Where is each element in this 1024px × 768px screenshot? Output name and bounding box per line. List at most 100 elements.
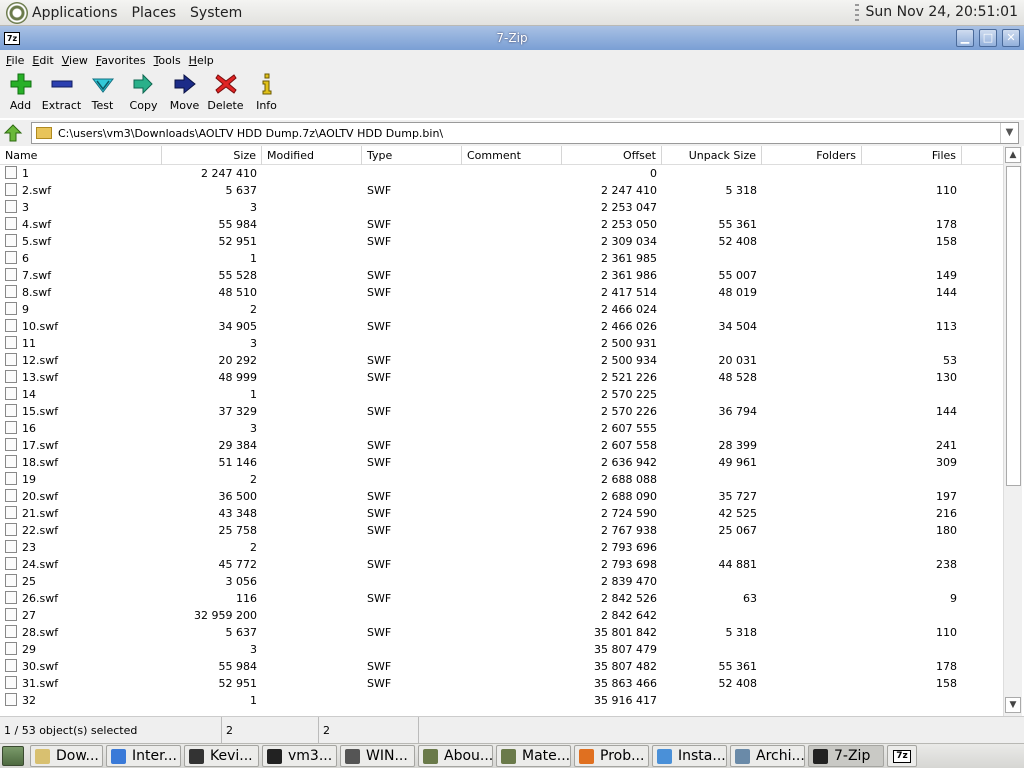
taskbar-button[interactable]: Inter...: [106, 745, 181, 767]
table-row[interactable]: 1 2 247 410 0: [0, 165, 1003, 182]
close-button[interactable]: ✕: [1002, 29, 1020, 47]
table-row[interactable]: 29 3 35 807 479: [0, 641, 1003, 658]
taskbar-button[interactable]: Archi...: [730, 745, 805, 767]
menu-edit[interactable]: Edit: [32, 54, 53, 67]
info-button[interactable]: Info: [246, 70, 287, 116]
table-row[interactable]: 32 1 35 916 417: [0, 692, 1003, 709]
file-offset: 2 607 558: [601, 439, 657, 452]
table-row[interactable]: 14 1 2 570 225: [0, 386, 1003, 403]
places-menu[interactable]: Places: [132, 5, 177, 21]
taskbar-button[interactable]: Abou...: [418, 745, 493, 767]
column-unpack-size[interactable]: Unpack Size: [662, 146, 762, 165]
scroll-up-icon[interactable]: ▲: [1005, 147, 1021, 163]
maximize-button[interactable]: □: [979, 29, 997, 47]
extract-button[interactable]: Extract: [41, 70, 82, 116]
path-text[interactable]: C:\users\vm3\Downloads\AOLTV HDD Dump.7z…: [58, 127, 443, 140]
up-folder-icon[interactable]: [3, 123, 23, 143]
system-menu[interactable]: System: [190, 5, 242, 21]
window-titlebar[interactable]: 7z 7-Zip ▁ □ ✕: [0, 26, 1024, 50]
file-icon: [5, 234, 17, 247]
column-comment[interactable]: Comment: [462, 146, 562, 165]
applications-menu[interactable]: Applications: [32, 5, 118, 21]
file-type: SWF: [367, 184, 392, 197]
minimize-button[interactable]: ▁: [956, 29, 974, 47]
file-folders: [762, 386, 862, 403]
table-row[interactable]: 20.swf 36 500 SWF 2 688 090 35 727 197: [0, 488, 1003, 505]
taskbar-button[interactable]: WIN...: [340, 745, 415, 767]
column-modified[interactable]: Modified: [262, 146, 362, 165]
column-type[interactable]: Type: [362, 146, 462, 165]
table-row[interactable]: 16 3 2 607 555: [0, 420, 1003, 437]
copy-button[interactable]: Copy: [123, 70, 164, 116]
menu-file[interactable]: File: [6, 54, 24, 67]
file-name: 15.swf: [0, 403, 162, 420]
table-row[interactable]: 4.swf 55 984 SWF 2 253 050 55 361 178: [0, 216, 1003, 233]
path-combobox[interactable]: C:\users\vm3\Downloads\AOLTV HDD Dump.7z…: [31, 122, 1019, 144]
file-unpack-size: 55 007: [718, 269, 758, 282]
list-header: Name Size Modified Type Comment Offset U…: [0, 146, 1003, 165]
taskbar-button[interactable]: Dow...: [30, 745, 103, 767]
table-row[interactable]: 22.swf 25 758 SWF 2 767 938 25 067 180: [0, 522, 1003, 539]
taskbar-button[interactable]: Insta...: [652, 745, 727, 767]
column-files[interactable]: Files: [862, 146, 962, 165]
scroll-thumb[interactable]: [1006, 166, 1021, 486]
table-row[interactable]: 18.swf 51 146 SWF 2 636 942 49 961 309: [0, 454, 1003, 471]
test-button[interactable]: Test: [82, 70, 123, 116]
table-row[interactable]: 13.swf 48 999 SWF 2 521 226 48 528 130: [0, 369, 1003, 386]
table-row[interactable]: 23 2 2 793 696: [0, 539, 1003, 556]
table-row[interactable]: 30.swf 55 984 SWF 35 807 482 55 361 178: [0, 658, 1003, 675]
table-row[interactable]: 19 2 2 688 088: [0, 471, 1003, 488]
show-desktop-icon[interactable]: [2, 746, 24, 766]
table-row[interactable]: 24.swf 45 772 SWF 2 793 698 44 881 238: [0, 556, 1003, 573]
taskbar-button[interactable]: Prob...: [574, 745, 649, 767]
table-row[interactable]: 27 32 959 200 2 842 642: [0, 607, 1003, 624]
taskbar-button[interactable]: vm3...: [262, 745, 337, 767]
move-button[interactable]: Move: [164, 70, 205, 116]
delete-button[interactable]: Delete: [205, 70, 246, 116]
table-row[interactable]: 2.swf 5 637 SWF 2 247 410 5 318 110: [0, 182, 1003, 199]
menu-tools[interactable]: Tools: [154, 54, 181, 67]
file-folders: [762, 335, 862, 352]
taskbar-button[interactable]: 7-Zip: [808, 745, 884, 767]
table-row[interactable]: 15.swf 37 329 SWF 2 570 226 36 794 144: [0, 403, 1003, 420]
file-name-text: 11: [22, 337, 36, 350]
panel-drag-handle[interactable]: [855, 4, 859, 22]
file-unpack-size: [662, 386, 762, 403]
file-name: 17.swf: [0, 437, 162, 454]
file-icon: [5, 404, 17, 417]
table-row[interactable]: 8.swf 48 510 SWF 2 417 514 48 019 144: [0, 284, 1003, 301]
table-row[interactable]: 28.swf 5 637 SWF 35 801 842 5 318 110: [0, 624, 1003, 641]
table-row[interactable]: 6 1 2 361 985: [0, 250, 1003, 267]
menu-view[interactable]: View: [62, 54, 88, 67]
column-offset[interactable]: Offset: [562, 146, 662, 165]
taskbar-button[interactable]: Kevi...: [184, 745, 259, 767]
menu-favorites[interactable]: Favorites: [96, 54, 146, 67]
file-offset: 2 500 931: [601, 337, 657, 350]
table-row[interactable]: 31.swf 52 951 SWF 35 863 466 52 408 158: [0, 675, 1003, 692]
column-name[interactable]: Name: [0, 146, 162, 165]
table-row[interactable]: 12.swf 20 292 SWF 2 500 934 20 031 53: [0, 352, 1003, 369]
table-row[interactable]: 17.swf 29 384 SWF 2 607 558 28 399 241: [0, 437, 1003, 454]
table-row[interactable]: 9 2 2 466 024: [0, 301, 1003, 318]
vertical-scrollbar[interactable]: ▲ ▼: [1003, 146, 1022, 716]
table-row[interactable]: 25 3 056 2 839 470: [0, 573, 1003, 590]
table-row[interactable]: 11 3 2 500 931: [0, 335, 1003, 352]
table-row[interactable]: 26.swf 116 SWF 2 842 526 63 9: [0, 590, 1003, 607]
table-row[interactable]: 5.swf 52 951 SWF 2 309 034 52 408 158: [0, 233, 1003, 250]
menu-help[interactable]: Help: [189, 54, 214, 67]
table-row[interactable]: 10.swf 34 905 SWF 2 466 026 34 504 113: [0, 318, 1003, 335]
file-list[interactable]: Name Size Modified Type Comment Offset U…: [0, 146, 1024, 716]
column-size[interactable]: Size: [162, 146, 262, 165]
tray-sevenzip-icon[interactable]: 7z: [887, 745, 917, 767]
column-folders[interactable]: Folders: [762, 146, 862, 165]
table-row[interactable]: 21.swf 43 348 SWF 2 724 590 42 525 216: [0, 505, 1003, 522]
taskbar-button[interactable]: Mate...: [496, 745, 571, 767]
add-button[interactable]: Add: [0, 70, 41, 116]
chevron-down-icon[interactable]: ▼: [1000, 123, 1018, 143]
scroll-down-icon[interactable]: ▼: [1005, 697, 1021, 713]
table-row[interactable]: 3 3 2 253 047: [0, 199, 1003, 216]
distro-logo-icon[interactable]: [6, 1, 28, 24]
table-row[interactable]: 7.swf 55 528 SWF 2 361 986 55 007 149: [0, 267, 1003, 284]
folder-icon: [35, 748, 50, 764]
clock[interactable]: Sun Nov 24, 20:51:01: [866, 4, 1018, 20]
